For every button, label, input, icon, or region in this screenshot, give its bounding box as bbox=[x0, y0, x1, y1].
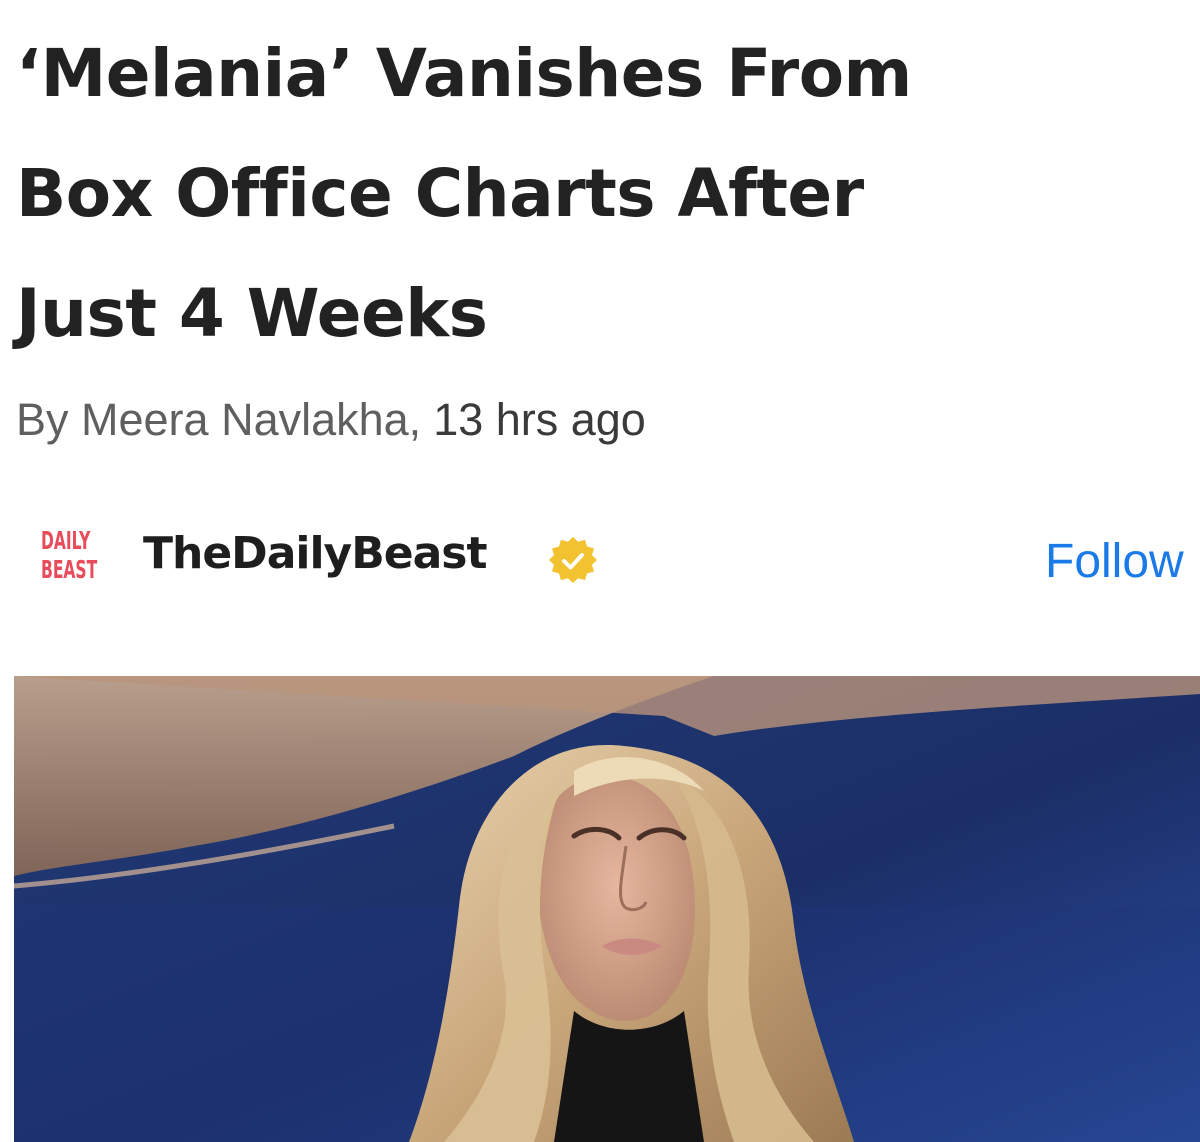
follow-button[interactable]: Follow bbox=[1045, 534, 1184, 589]
source-name[interactable]: TheDailyBeast bbox=[143, 528, 488, 579]
logo-line-2: BEAST bbox=[41, 555, 98, 584]
article-headline: ‘Melania’ Vanishes From Box Office Chart… bbox=[16, 14, 1186, 374]
byline: By Meera Navlakha, 13 hrs ago bbox=[16, 394, 646, 446]
article-hero-image[interactable] bbox=[14, 676, 1200, 1142]
headline-line-2: Box Office Charts After bbox=[16, 155, 864, 232]
byline-author[interactable]: By Meera Navlakha, bbox=[16, 394, 421, 445]
daily-beast-logo[interactable]: DAILY BEAST bbox=[30, 526, 98, 590]
headline-line-3: Just 4 Weeks bbox=[16, 275, 488, 352]
byline-time: 13 hrs ago bbox=[433, 394, 646, 445]
headline-line-1: ‘Melania’ Vanishes From bbox=[16, 35, 912, 112]
logo-line-1: DAILY bbox=[41, 526, 91, 555]
source-row: DAILY BEAST TheDailyBeast Follow bbox=[0, 520, 1200, 600]
verified-badge-icon bbox=[545, 536, 601, 586]
